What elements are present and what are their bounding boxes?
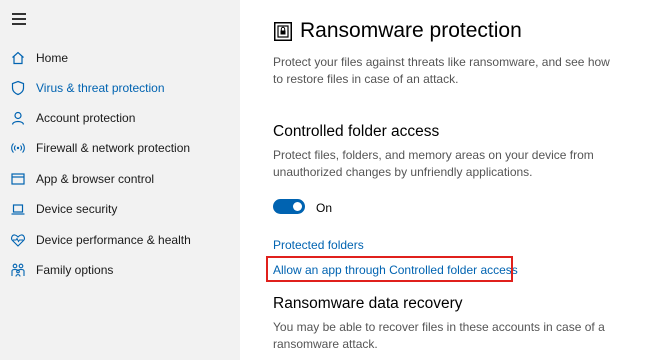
laptop-icon: [11, 204, 25, 215]
toggle-knob: [293, 202, 302, 211]
main-content: Ransomware protection Protect your files…: [240, 0, 650, 360]
page-title: Ransomware protection: [300, 19, 522, 42]
hamburger-menu-icon[interactable]: [12, 13, 26, 25]
sidebar-item-family-options[interactable]: Family options: [0, 256, 240, 284]
sidebar-item-label: Home: [36, 51, 69, 65]
allow-app-link[interactable]: Allow an app through Controlled folder a…: [273, 262, 518, 278]
sidebar-item-label: Device performance & health: [36, 233, 191, 247]
sidebar-item-virus-threat-protection[interactable]: Virus & threat protection: [0, 74, 240, 102]
controlled-folder-access-toggle[interactable]: [273, 199, 305, 214]
sidebar-item-device-performance-health[interactable]: Device performance & health: [0, 226, 240, 254]
sidebar-item-label: Device security: [36, 202, 118, 216]
section-description-controlled-folder-access: Protect files, folders, and memory areas…: [273, 148, 594, 179]
sidebar-item-label: Family options: [36, 263, 114, 277]
sidebar-item-home[interactable]: Home: [0, 44, 240, 72]
sidebar-item-label: Virus & threat protection: [36, 81, 165, 95]
home-icon: [12, 51, 24, 65]
sidebar-item-account-protection[interactable]: Account protection: [0, 104, 240, 132]
ransomware-protection-icon: [274, 22, 292, 41]
family-icon: [11, 263, 25, 277]
section-title-controlled-folder-access: Controlled folder access: [273, 123, 440, 140]
toggle-state-label: On: [316, 201, 333, 215]
sidebar-item-firewall-network-protection[interactable]: Firewall & network protection: [0, 134, 240, 162]
shield-icon: [11, 80, 25, 96]
sidebar-item-label: App & browser control: [36, 172, 155, 186]
person-icon: [11, 111, 25, 125]
page-description: Protect your files against threats like …: [273, 55, 610, 86]
antenna-icon: [11, 143, 25, 153]
section-title-ransomware-data-recovery: Ransomware data recovery: [273, 295, 463, 312]
sidebar-item-label: Firewall & network protection: [36, 141, 191, 155]
section-description-ransomware-data-recovery: You may be able to recover files in thes…: [273, 320, 605, 351]
browser-window-icon: [11, 173, 25, 185]
sidebar: Home Virus & threat protection Account p…: [0, 0, 240, 360]
protected-folders-link[interactable]: Protected folders: [273, 237, 364, 253]
sidebar-item-label: Account protection: [36, 111, 136, 125]
sidebar-item-app-browser-control[interactable]: App & browser control: [0, 165, 240, 193]
sidebar-item-device-security[interactable]: Device security: [0, 195, 240, 223]
heart-pulse-icon: [11, 234, 25, 247]
